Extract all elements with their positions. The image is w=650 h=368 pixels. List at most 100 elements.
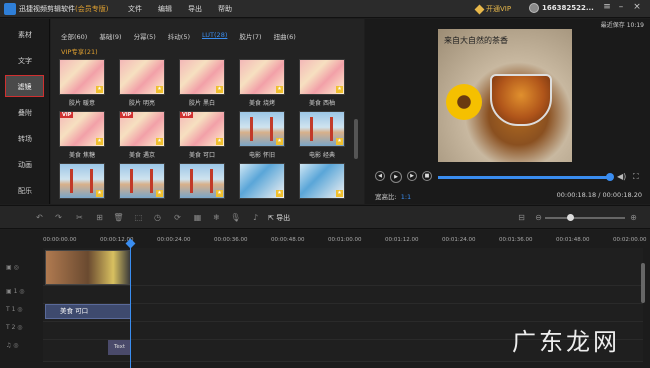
filter-thumbnail[interactable]: ★ — [59, 59, 105, 95]
play-icon[interactable]: ▶ — [390, 171, 402, 183]
sidebar-item-transition[interactable]: 转场 — [0, 128, 50, 150]
crop-icon[interactable]: ⬚ — [133, 212, 144, 223]
fit-icon[interactable]: ⊟ — [516, 212, 527, 223]
menu-file[interactable]: 文件 — [128, 4, 158, 14]
overlay-track-icon: ▣ 1 ◎ — [6, 288, 25, 295]
tab-all[interactable]: 全部(60) — [61, 31, 87, 41]
freeze-icon[interactable]: ❄ — [211, 212, 222, 223]
filter-item[interactable]: ★ — [59, 163, 105, 202]
undo-icon[interactable]: ↶ — [34, 212, 45, 223]
speed-icon[interactable]: ◷ — [152, 212, 163, 223]
filter-thumbnail[interactable]: ★ — [239, 59, 285, 95]
menu-help[interactable]: 帮助 — [218, 4, 248, 14]
filter-thumbnail[interactable]: ★ — [239, 111, 285, 147]
filter-thumbnail[interactable]: ★ — [299, 111, 345, 147]
audio-icon[interactable]: ♪ — [250, 212, 261, 223]
bridge-tower — [90, 169, 93, 193]
sidebar-item-overlay[interactable]: 叠附 — [0, 102, 50, 124]
minimize-icon[interactable]: – — [615, 2, 627, 12]
next-frame-icon[interactable]: ▶ — [407, 171, 417, 181]
overlay-track[interactable] — [43, 286, 643, 304]
split-icon[interactable]: ⊞ — [94, 212, 105, 223]
sidebar-item-animation[interactable]: 动画 — [0, 154, 50, 176]
previous-frame-icon[interactable]: ◀ — [375, 171, 385, 181]
sidebar-item-material[interactable]: 素材 — [0, 24, 50, 46]
title-clip[interactable]: 美食 可口 — [45, 304, 131, 319]
progress-fill — [438, 176, 610, 179]
mosaic-icon[interactable]: ▦ — [192, 212, 203, 223]
user-account[interactable]: 166382522... — [529, 3, 594, 13]
filter-item[interactable]: VIP ★ 美食 焦糖 — [59, 111, 105, 159]
time-ruler[interactable]: 00:00:00.00 00:00:12.00 00:00:24.00 00:00:3… — [43, 230, 650, 248]
crown-icon: ★ — [156, 190, 163, 197]
filter-thumbnail[interactable]: ★ — [299, 59, 345, 95]
sidebar-item-music[interactable]: 配乐 — [0, 180, 50, 202]
close-icon[interactable]: × — [631, 2, 643, 12]
filter-thumbnail[interactable]: ★ — [119, 59, 165, 95]
filter-label: 美食 烧烤 — [249, 100, 275, 107]
open-vip-button[interactable]: 开通VIP — [474, 3, 511, 15]
filter-item[interactable]: VIP ★ 美食 遇京 — [119, 111, 165, 159]
filter-item[interactable]: ★ 电影 怀旧 — [239, 111, 285, 159]
user-name: 166382522... — [542, 4, 594, 12]
menu-export[interactable]: 导出 — [188, 4, 218, 14]
filter-thumbnail[interactable]: VIP ★ — [59, 111, 105, 147]
microphone-icon[interactable]: 🎙 — [230, 212, 241, 223]
filter-item[interactable]: ★ — [299, 163, 345, 202]
menu-edit[interactable]: 编辑 — [158, 4, 188, 14]
rotate-icon[interactable]: ⟳ — [172, 212, 183, 223]
filter-item[interactable]: ★ 胶片 明亮 — [119, 59, 165, 107]
filter-item[interactable]: ★ 胶片 黑白 — [179, 59, 225, 107]
filter-item[interactable]: ★ — [179, 163, 225, 202]
video-track[interactable] — [43, 248, 643, 286]
cut-icon[interactable]: ✂ — [74, 212, 85, 223]
playhead[interactable] — [130, 242, 131, 368]
aspect-ratio[interactable]: 宽高比: 1:1 — [375, 191, 411, 201]
sidebar: 素材 文字 滤镜 叠附 转场 动画 配乐 — [0, 19, 50, 204]
filter-thumbnail[interactable]: ★ — [119, 163, 165, 199]
aspect-ratio-value[interactable]: 1:1 — [401, 193, 411, 201]
zoom-out-icon[interactable]: ⊖ — [533, 212, 544, 223]
crown-icon: ★ — [216, 138, 223, 145]
filter-thumbnail[interactable]: ★ — [179, 163, 225, 199]
filter-thumbnail[interactable]: ★ — [179, 59, 225, 95]
zoom-in-icon[interactable]: ⊕ — [628, 212, 639, 223]
panel-scrollbar[interactable] — [354, 119, 358, 159]
filter-thumbnail[interactable]: ★ — [299, 163, 345, 199]
filter-item[interactable]: ★ — [119, 163, 165, 202]
tab-split[interactable]: 分幂(5) — [134, 31, 156, 41]
video-clip[interactable] — [45, 250, 131, 285]
zoom-slider[interactable] — [545, 217, 625, 219]
sidebar-item-text[interactable]: 文字 — [0, 50, 50, 72]
tab-basic[interactable]: 基础(9) — [99, 31, 121, 41]
fullscreen-icon[interactable]: ⛶ — [633, 172, 639, 182]
stop-icon[interactable]: ■ — [422, 171, 432, 181]
timecode: 00:00:18.18 / 00:00:18.20 — [556, 191, 642, 199]
tab-lut[interactable]: LUT(28) — [202, 31, 227, 41]
timeline-scrollbar[interactable] — [641, 263, 645, 303]
tab-film[interactable]: 胶片(7) — [239, 31, 261, 41]
tab-shake[interactable]: 抖动(5) — [168, 31, 190, 41]
tab-distort[interactable]: 扭曲(6) — [274, 31, 296, 41]
filter-item[interactable]: ★ 胶片 暖意 — [59, 59, 105, 107]
text-clip[interactable]: Text — [108, 340, 131, 355]
delete-icon[interactable]: 🗑 — [113, 212, 124, 223]
sidebar-item-filter[interactable]: 滤镜 — [5, 75, 44, 97]
redo-icon[interactable]: ↷ — [53, 212, 64, 223]
filter-thumbnail[interactable]: VIP ★ — [119, 111, 165, 147]
menu-icon[interactable]: ≡ — [601, 2, 613, 12]
filter-thumbnail[interactable]: ★ — [239, 163, 285, 199]
filter-thumbnail[interactable]: ★ — [59, 163, 105, 199]
title-track[interactable] — [43, 304, 643, 322]
filter-item[interactable]: ★ — [239, 163, 285, 202]
playback-progress[interactable] — [438, 173, 614, 181]
filter-thumbnail[interactable]: VIP ★ — [179, 111, 225, 147]
volume-icon[interactable]: ◀) — [617, 172, 626, 181]
filter-item[interactable]: ★ 美食 西柚 — [299, 59, 345, 107]
export-button[interactable]: ⇱ 导出 — [268, 213, 290, 223]
zoom-knob[interactable] — [567, 214, 574, 221]
progress-knob[interactable] — [605, 173, 614, 181]
filter-item[interactable]: ★ 美食 烧烤 — [239, 59, 285, 107]
filter-item[interactable]: ★ 电影 经典 — [299, 111, 345, 159]
filter-item[interactable]: VIP ★ 美食 可口 — [179, 111, 225, 159]
